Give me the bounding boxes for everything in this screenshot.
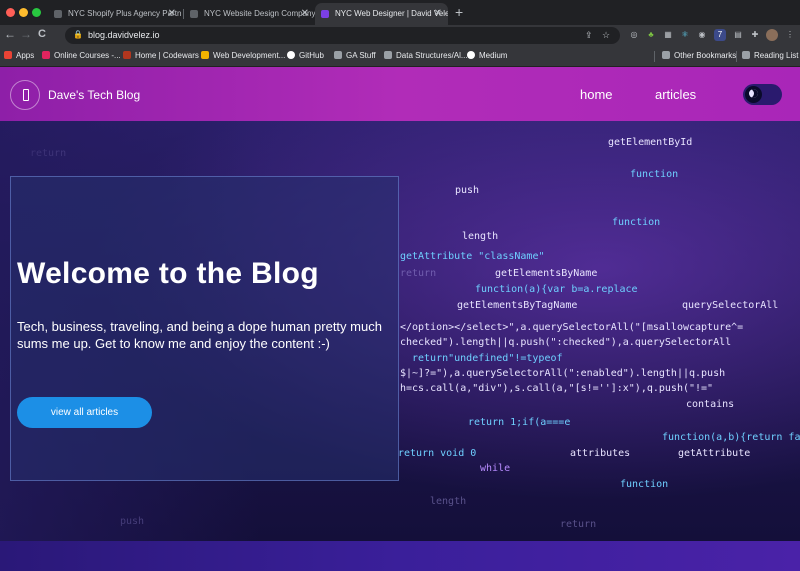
bg-code-line: function bbox=[620, 479, 669, 490]
bookmarks-divider bbox=[736, 51, 737, 62]
tab-close-icon[interactable]: ✕ bbox=[301, 3, 309, 25]
bg-code-line: getAttribute "className" bbox=[400, 251, 545, 262]
browser-tab-strip: NYC Shopify Plus Agency Partn ✕ NYC Webs… bbox=[0, 0, 800, 25]
view-all-articles-button[interactable]: view all articles bbox=[17, 397, 152, 428]
share-icon[interactable]: ⇪ bbox=[585, 30, 593, 41]
bookmark-favicon-icon bbox=[123, 51, 131, 59]
address-bar[interactable]: 🔒 blog.davidvelez.io ⇪ ☆ bbox=[65, 27, 620, 44]
bookmark-favicon-icon bbox=[42, 51, 50, 59]
bookmark-item[interactable]: GitHub bbox=[287, 51, 324, 60]
bg-code-line: getElementsByName bbox=[495, 268, 598, 279]
hero-title: Welcome to the Blog bbox=[17, 257, 319, 290]
url-text[interactable]: blog.davidvelez.io bbox=[88, 30, 160, 40]
page-bottom-band bbox=[0, 541, 800, 571]
new-tab-button[interactable]: + bbox=[455, 4, 463, 20]
nav-articles-link[interactable]: articles bbox=[655, 87, 696, 102]
bg-code-line: return bbox=[400, 268, 437, 279]
bg-code-line: return void 0 bbox=[398, 448, 477, 459]
bookmark-item[interactable]: Home | Codewars bbox=[123, 51, 199, 60]
extension-icon[interactable]: ◉ bbox=[696, 29, 708, 41]
bg-code-line: function(a){var b=a.replace bbox=[475, 284, 638, 295]
bg-code-line: getElementById bbox=[608, 137, 693, 148]
bg-code-line: push bbox=[455, 185, 480, 196]
bg-code-line: function(a,b){return fa bbox=[662, 432, 800, 443]
bg-code-line: h=cs.call(a,"div"),s.call(a,"[s!='']:x")… bbox=[400, 383, 714, 394]
site-header: Dave's Tech Blog home articles bbox=[0, 67, 800, 121]
dark-mode-toggle[interactable] bbox=[743, 84, 782, 105]
puzzle-icon[interactable]: ✚ bbox=[749, 29, 761, 41]
tab-title: NYC Web Designer | David Velez bbox=[335, 9, 448, 18]
folder-icon bbox=[384, 51, 392, 59]
bookmark-apps[interactable]: Apps bbox=[4, 51, 34, 60]
bg-code-line: attributes bbox=[570, 448, 631, 459]
bookmark-star-icon[interactable]: ☆ bbox=[602, 30, 610, 41]
bg-code-line: return 1;if(a===e bbox=[468, 417, 571, 428]
bookmark-item[interactable]: Data Structures/Al... bbox=[384, 51, 468, 60]
tree-extension-icon[interactable]: ♣ bbox=[645, 29, 657, 41]
phone-icon bbox=[23, 89, 29, 101]
hero-description: Tech, business, traveling, and being a d… bbox=[17, 319, 382, 351]
tab-favicon-icon bbox=[190, 10, 198, 18]
bookmark-item[interactable]: GA Stuff bbox=[334, 51, 376, 60]
other-bookmarks[interactable]: Other Bookmarks bbox=[662, 51, 736, 60]
back-arrow-icon[interactable]: ← bbox=[4, 27, 16, 41]
bookmark-favicon-icon bbox=[201, 51, 209, 59]
bg-code-line: querySelectorAll bbox=[682, 300, 779, 311]
browser-tab[interactable]: NYC Shopify Plus Agency Partn ✕ bbox=[48, 3, 182, 25]
window-maximize-button[interactable] bbox=[32, 8, 41, 17]
bg-code-line: $|~]?="),a.querySelectorAll(":enabled").… bbox=[400, 368, 726, 379]
bookmark-item[interactable]: Web Development... bbox=[201, 51, 285, 60]
folder-icon bbox=[662, 51, 670, 59]
extension-icon[interactable]: ▦ bbox=[662, 29, 674, 41]
more-menu-icon[interactable]: ⋮ bbox=[784, 29, 796, 41]
bg-code-line: length bbox=[462, 231, 499, 242]
reload-icon[interactable]: C bbox=[38, 28, 46, 40]
forward-arrow-icon[interactable]: → bbox=[20, 27, 32, 41]
moon-icon bbox=[745, 86, 762, 103]
browser-toolbar: ← → C 🔒 blog.davidvelez.io ⇪ ☆ ◎ ♣ ▦ ⚛ ◉… bbox=[0, 25, 800, 46]
medium-icon bbox=[467, 51, 475, 59]
bookmark-item[interactable]: Medium bbox=[467, 51, 507, 60]
bg-code-line: while bbox=[480, 463, 511, 474]
extension-icon[interactable]: ▤ bbox=[732, 29, 744, 41]
tab-favicon-icon bbox=[321, 10, 329, 18]
browser-tab-active[interactable]: NYC Web Designer | David Velez ✕ bbox=[315, 3, 448, 25]
tab-title: NYC Shopify Plus Agency Partn bbox=[68, 9, 182, 18]
nav-home-link[interactable]: home bbox=[580, 87, 613, 102]
extension-icon[interactable]: ◎ bbox=[628, 29, 640, 41]
bg-code-line: </option></select>",a.querySelectorAll("… bbox=[400, 322, 744, 333]
bg-code-line: checked").length||q.push(":checked"),a.q… bbox=[400, 337, 732, 348]
bg-code-line: function bbox=[630, 169, 679, 180]
page-viewport: getElementById return function push func… bbox=[0, 67, 800, 571]
tab-close-icon[interactable]: ✕ bbox=[434, 3, 442, 25]
tab-favicon-icon bbox=[54, 10, 62, 18]
hero-card: Welcome to the Blog Tech, business, trav… bbox=[10, 176, 399, 481]
bg-code-line: return"undefined"!=typeof bbox=[412, 353, 563, 364]
bg-code-line: return bbox=[560, 519, 597, 530]
tab-close-icon[interactable]: ✕ bbox=[168, 3, 176, 25]
window-minimize-button[interactable] bbox=[19, 8, 28, 17]
site-logo[interactable] bbox=[10, 80, 40, 110]
browser-tab[interactable]: NYC Website Design Company ✕ bbox=[184, 3, 315, 25]
bg-code-line: getAttribute bbox=[678, 448, 751, 459]
tab-title: NYC Website Design Company bbox=[204, 9, 315, 18]
extension-badge-icon[interactable]: 7 bbox=[714, 29, 726, 41]
bookmark-item[interactable]: Online Courses -... bbox=[42, 51, 121, 60]
github-icon bbox=[287, 51, 295, 59]
bookmarks-divider bbox=[654, 51, 655, 62]
reading-list[interactable]: Reading List bbox=[742, 51, 798, 60]
bg-code-line: contains bbox=[686, 399, 735, 410]
bg-code-line: function bbox=[612, 217, 661, 228]
bookmarks-bar: Apps Online Courses -... Home | Codewars… bbox=[0, 46, 800, 67]
reading-list-icon bbox=[742, 51, 750, 59]
site-title[interactable]: Dave's Tech Blog bbox=[48, 88, 140, 102]
react-devtools-icon[interactable]: ⚛ bbox=[679, 29, 691, 41]
profile-avatar[interactable] bbox=[766, 29, 778, 41]
folder-icon bbox=[334, 51, 342, 59]
bg-code-line: length bbox=[430, 496, 467, 507]
bg-code-line: getElementsByTagName bbox=[457, 300, 578, 311]
window-close-button[interactable] bbox=[6, 8, 15, 17]
lock-icon: 🔒 bbox=[73, 30, 83, 39]
apps-grid-icon bbox=[4, 51, 12, 59]
